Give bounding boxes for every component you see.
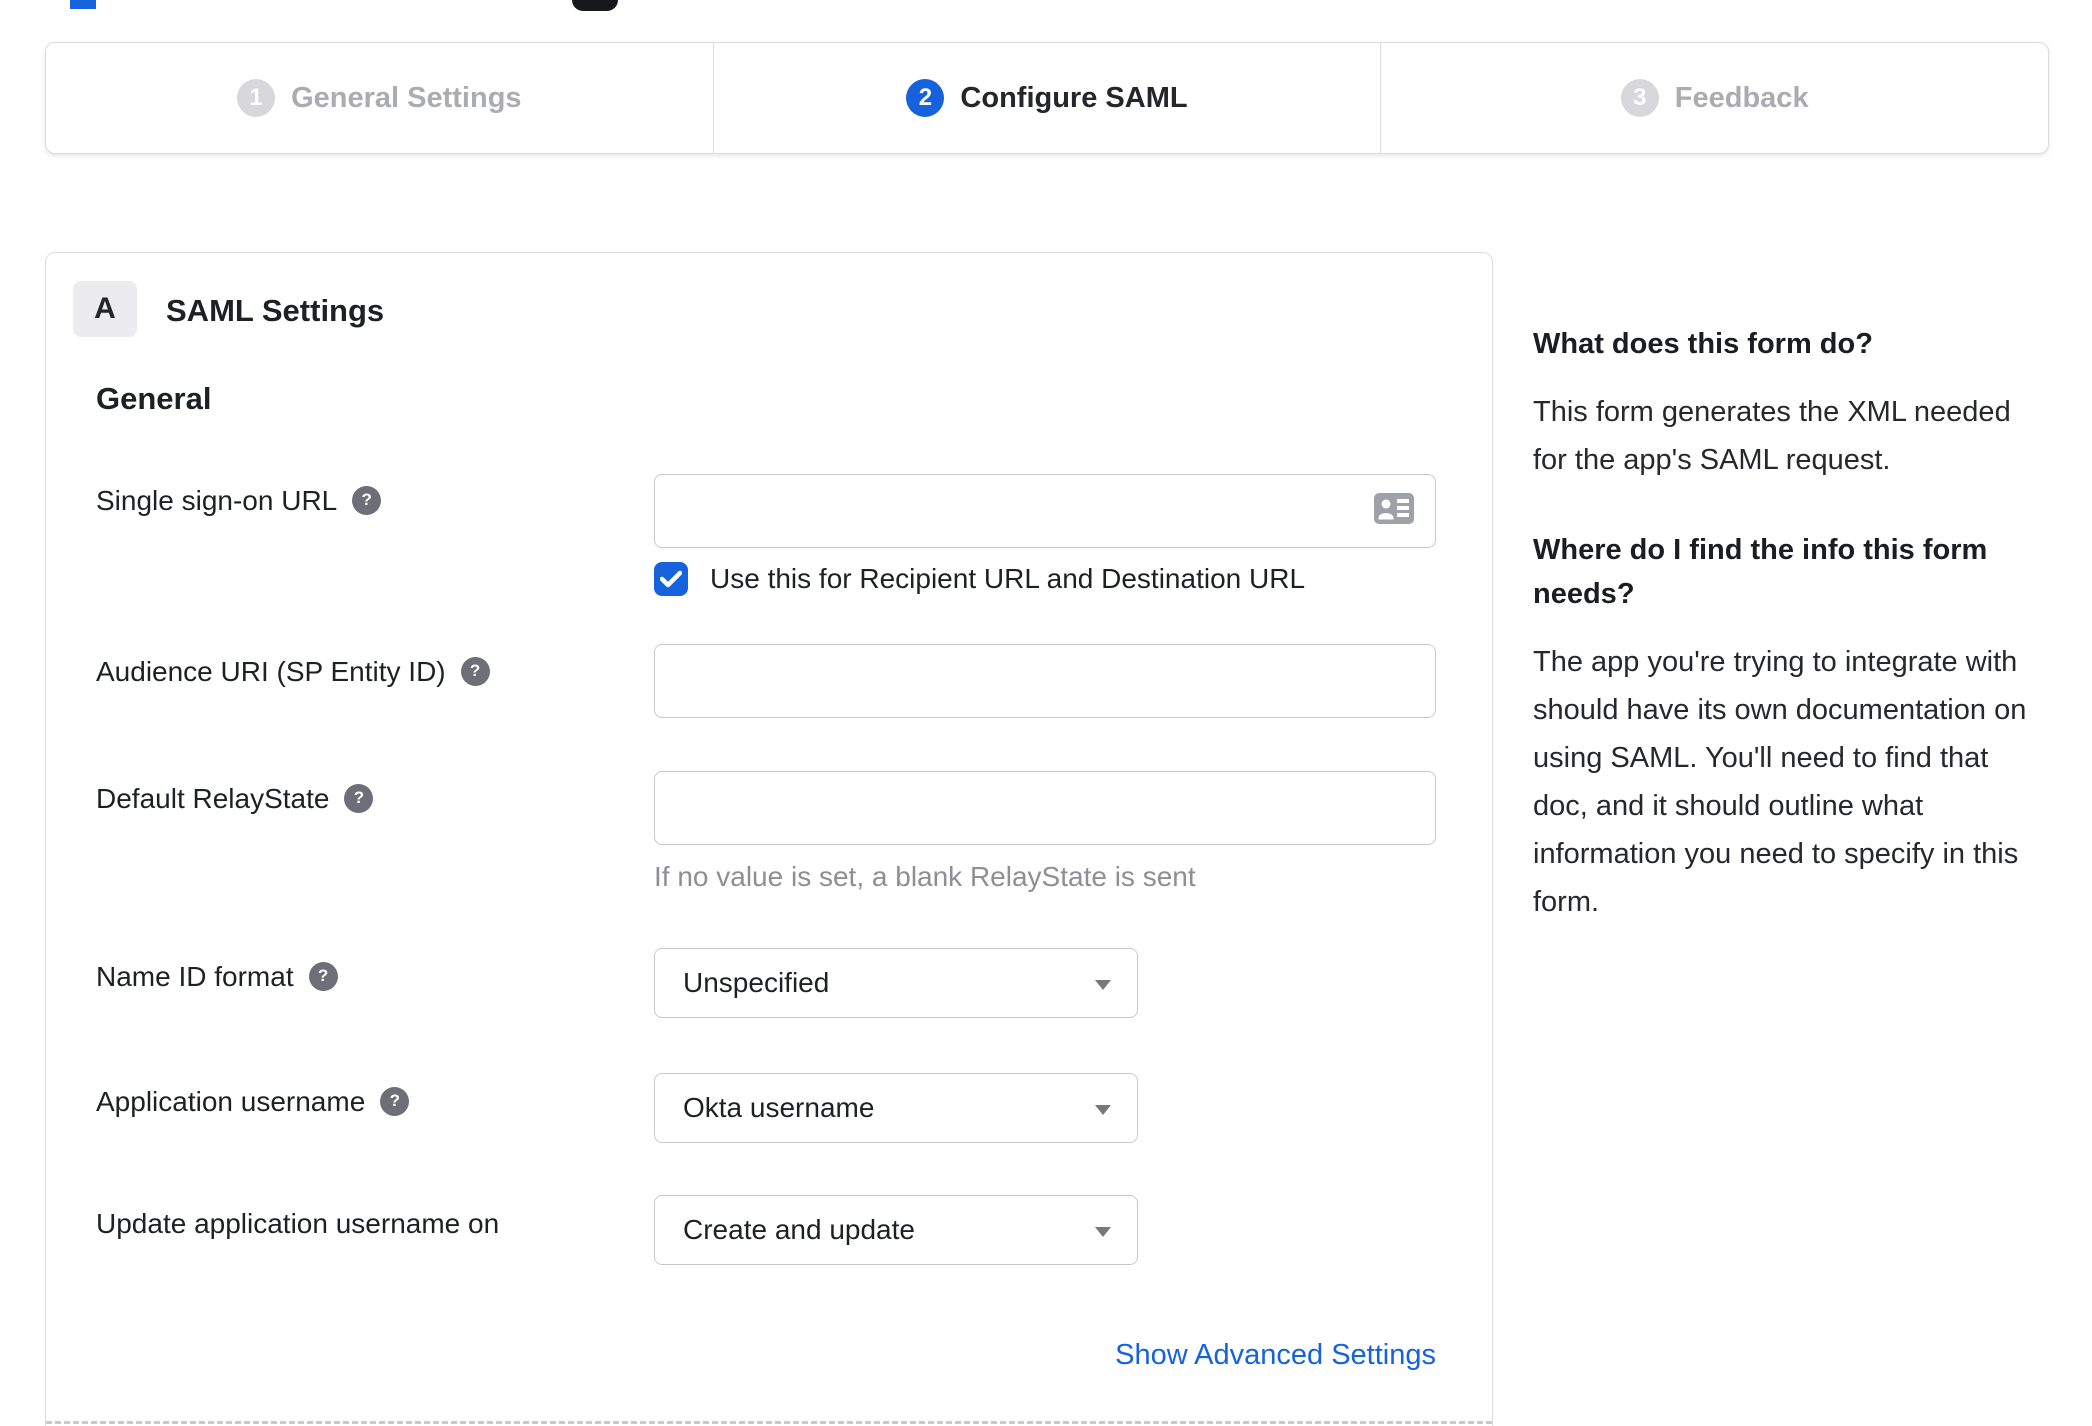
select-value: Unspecified — [683, 967, 830, 998]
step-number-badge: 3 — [1620, 79, 1659, 117]
name-id-format-select[interactable]: Unspecified — [654, 948, 1138, 1018]
checkbox-label: Use this for Recipient URL and Destinati… — [710, 563, 1306, 594]
single-sign-on-url-label: Single sign-on URL ? — [96, 485, 382, 517]
update-application-username-label: Update application username on — [96, 1208, 499, 1240]
contact-card-icon[interactable] — [1374, 493, 1414, 529]
help-icon[interactable]: ? — [380, 1086, 410, 1116]
field-label-text: Audience URI (SP Entity ID) — [96, 656, 446, 687]
field-label-text: Single sign-on URL — [96, 485, 338, 516]
step-label: Configure SAML — [960, 81, 1188, 114]
help-heading-what: What does this form do? — [1533, 328, 1873, 360]
application-username-label: Application username ? — [96, 1086, 410, 1118]
panel-title: SAML Settings — [166, 293, 385, 328]
show-advanced-settings-link[interactable]: Show Advanced Settings — [654, 1339, 1436, 1372]
help-heading-where: Where do I find the info this form needs… — [1533, 534, 1988, 610]
cropped-blue-fragment — [70, 0, 96, 9]
help-para-where: The app you're trying to integrate with … — [1533, 646, 2027, 918]
help-icon[interactable]: ? — [308, 961, 338, 991]
chevron-down-icon — [1095, 1227, 1111, 1237]
single-sign-on-url-field — [654, 474, 1436, 548]
select-value: Create and update — [683, 1214, 915, 1245]
help-icon[interactable]: ? — [460, 656, 490, 686]
step-number-badge: 1 — [237, 79, 276, 117]
step-feedback[interactable]: 3 Feedback — [1380, 43, 2048, 153]
single-sign-on-url-input[interactable] — [654, 474, 1436, 548]
update-application-username-select[interactable]: Create and update — [654, 1195, 1138, 1265]
relaystate-hint: If no value is set, a blank RelayState i… — [654, 861, 1196, 892]
audience-uri-label: Audience URI (SP Entity ID) ? — [96, 656, 490, 688]
check-icon — [660, 570, 682, 588]
field-label-text: Default RelayState — [96, 783, 330, 814]
field-label-text: Application username — [96, 1086, 366, 1117]
wizard-stepper: 1 General Settings 2 Configure SAML 3 Fe… — [45, 42, 2049, 154]
select-value: Okta username — [683, 1092, 875, 1123]
field-label-text: Name ID format — [96, 961, 294, 992]
default-relaystate-input[interactable] — [654, 771, 1436, 845]
chevron-down-icon — [1095, 1105, 1111, 1115]
dashed-section-divider — [46, 1421, 1492, 1424]
step-general-settings[interactable]: 1 General Settings — [46, 43, 713, 153]
step-label: General Settings — [291, 81, 522, 114]
help-icon[interactable]: ? — [344, 783, 374, 813]
default-relaystate-label: Default RelayState ? — [96, 783, 374, 815]
help-sidebar: What does this form do? This form genera… — [1533, 322, 2049, 970]
field-label-text: Update application username on — [96, 1208, 500, 1239]
recipient-destination-checkbox[interactable] — [654, 562, 688, 596]
chevron-down-icon — [1095, 980, 1111, 990]
cropped-dark-fragment — [572, 0, 618, 11]
recipient-destination-checkbox-row: Use this for Recipient URL and Destinati… — [654, 562, 1305, 596]
audience-uri-input[interactable] — [654, 644, 1436, 718]
general-section-heading: General — [96, 381, 212, 416]
step-number-badge: 2 — [906, 79, 945, 117]
section-a-badge: A — [73, 281, 137, 337]
saml-settings-panel: A SAML Settings General Single sign-on U… — [45, 252, 1493, 1426]
name-id-format-label: Name ID format ? — [96, 961, 338, 993]
help-icon[interactable]: ? — [352, 485, 382, 515]
step-label: Feedback — [1674, 81, 1809, 114]
application-username-select[interactable]: Okta username — [654, 1073, 1138, 1143]
step-configure-saml[interactable]: 2 Configure SAML — [712, 43, 1381, 153]
help-para-what: This form generates the XML needed for t… — [1533, 396, 2011, 476]
